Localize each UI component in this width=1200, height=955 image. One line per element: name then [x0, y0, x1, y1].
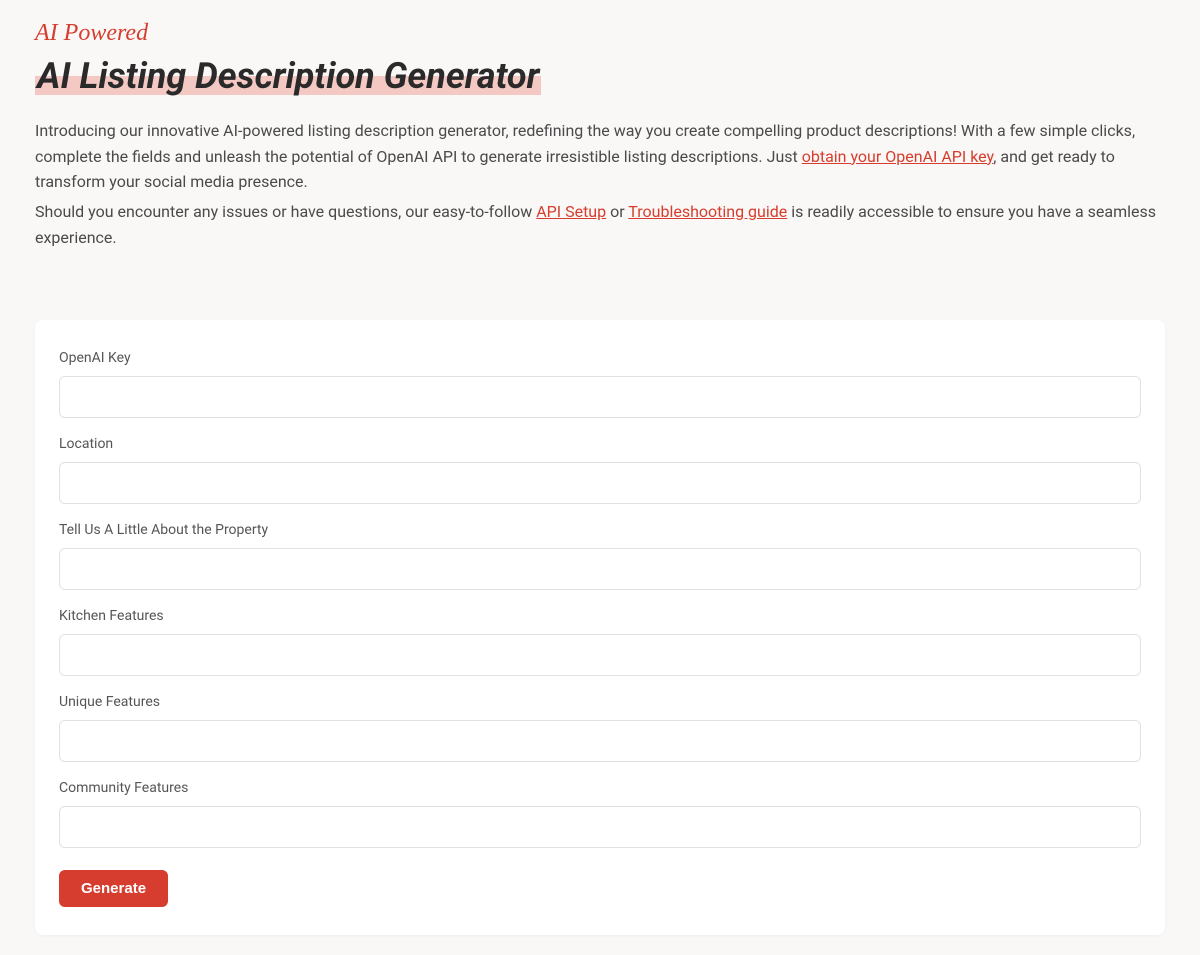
- location-input[interactable]: [59, 462, 1141, 504]
- unique-label: Unique Features: [59, 694, 1141, 710]
- kitchen-label: Kitchen Features: [59, 608, 1141, 624]
- form-card: OpenAI Key Location Tell Us A Little Abo…: [35, 320, 1165, 935]
- location-label: Location: [59, 436, 1141, 452]
- generate-button[interactable]: Generate: [59, 870, 168, 907]
- unique-input[interactable]: [59, 720, 1141, 762]
- form-group-property: Tell Us A Little About the Property: [59, 522, 1141, 590]
- form-group-kitchen: Kitchen Features: [59, 608, 1141, 676]
- troubleshooting-link[interactable]: Troubleshooting guide: [628, 202, 787, 221]
- form-group-unique: Unique Features: [59, 694, 1141, 762]
- page-title: AI Listing Description Generator: [35, 55, 541, 97]
- intro-paragraph-1: Introducing our innovative AI-powered li…: [35, 118, 1165, 195]
- tagline: AI Powered: [35, 20, 1165, 47]
- form-group-openai-key: OpenAI Key: [59, 350, 1141, 418]
- api-setup-link[interactable]: API Setup: [536, 202, 606, 221]
- property-input[interactable]: [59, 548, 1141, 590]
- obtain-api-key-link[interactable]: obtain your OpenAI API key: [802, 147, 994, 166]
- intro-text: Should you encounter any issues or have …: [35, 202, 536, 221]
- openai-key-label: OpenAI Key: [59, 350, 1141, 366]
- openai-key-input[interactable]: [59, 376, 1141, 418]
- intro-text: or: [606, 202, 628, 221]
- community-label: Community Features: [59, 780, 1141, 796]
- intro-paragraph-2: Should you encounter any issues or have …: [35, 199, 1165, 250]
- property-label: Tell Us A Little About the Property: [59, 522, 1141, 538]
- form-group-location: Location: [59, 436, 1141, 504]
- form-group-community: Community Features: [59, 780, 1141, 848]
- kitchen-input[interactable]: [59, 634, 1141, 676]
- community-input[interactable]: [59, 806, 1141, 848]
